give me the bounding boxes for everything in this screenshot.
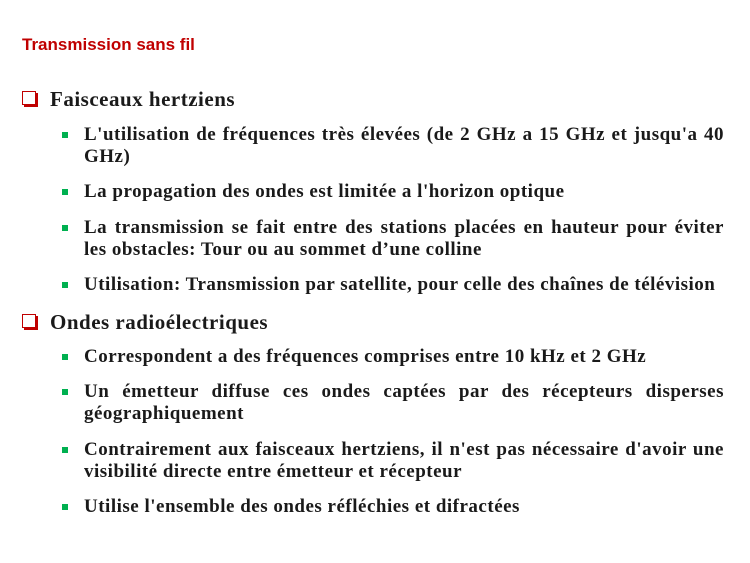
bullet-item: Utilisation: Transmission par satellite,…	[0, 274, 750, 296]
green-square-bullet-icon	[62, 132, 68, 138]
bullet-text-line: les obstacles: Tour ou au sommet d’une c…	[84, 239, 482, 260]
bullet-item: Correspondent a des fréquences comprises…	[0, 346, 750, 368]
section-heading-text: Ondes radioélectriques	[50, 310, 269, 334]
bullet-text-line: La propagation des ondes est limitée a l…	[84, 181, 565, 202]
slide: Transmission sans fil Faisceaux hertzien…	[0, 0, 750, 563]
green-square-bullet-icon	[62, 189, 68, 195]
bullet-text-line: Utilise l'ensemble des ondes réfléchies …	[84, 496, 520, 517]
hollow-square-checkbox-icon	[22, 91, 36, 105]
bullet-text-line: GHz)	[84, 146, 131, 167]
green-square-bullet-icon	[62, 447, 68, 453]
green-square-bullet-icon	[62, 504, 68, 510]
bullet-text-line: La transmission se fait entre des statio…	[84, 217, 724, 238]
bullet-item: Un émetteur diffuse ces ondes captées pa…	[0, 381, 750, 425]
section-heading-text: Faisceaux hertziens	[50, 87, 236, 111]
bullet-text-line: Correspondent a des fréquences comprises…	[84, 346, 647, 367]
green-square-bullet-icon	[62, 354, 68, 360]
bullet-item: La propagation des ondes est limitée a l…	[0, 181, 750, 203]
bullet-text-line: visibilité directe entre émetteur et réc…	[84, 461, 463, 482]
section-heading: Faisceaux hertziens	[0, 86, 750, 112]
hollow-square-checkbox-icon	[22, 314, 36, 328]
bullet-text-line: géographiquement	[84, 403, 244, 424]
green-square-bullet-icon	[62, 389, 68, 395]
green-square-bullet-icon	[62, 225, 68, 231]
bullet-text-line: Utilisation: Transmission par satellite,…	[84, 274, 716, 295]
section-heading: Ondes radioélectriques	[0, 309, 750, 335]
green-square-bullet-icon	[62, 282, 68, 288]
bullet-text-line: L'utilisation de fréquences très élevées…	[84, 124, 724, 145]
bullet-item: Contrairement aux faisceaux hertziens, i…	[0, 439, 750, 483]
bullet-item: L'utilisation de fréquences très élevées…	[0, 124, 750, 168]
bullet-item: La transmission se fait entre des statio…	[0, 217, 750, 261]
bullet-text-line: Un émetteur diffuse ces ondes captées pa…	[84, 381, 724, 402]
slide-title: Transmission sans fil	[22, 35, 195, 54]
bullet-text-line: Contrairement aux faisceaux hertziens, i…	[84, 439, 724, 460]
bullet-item: Utilise l'ensemble des ondes réfléchies …	[0, 496, 750, 518]
